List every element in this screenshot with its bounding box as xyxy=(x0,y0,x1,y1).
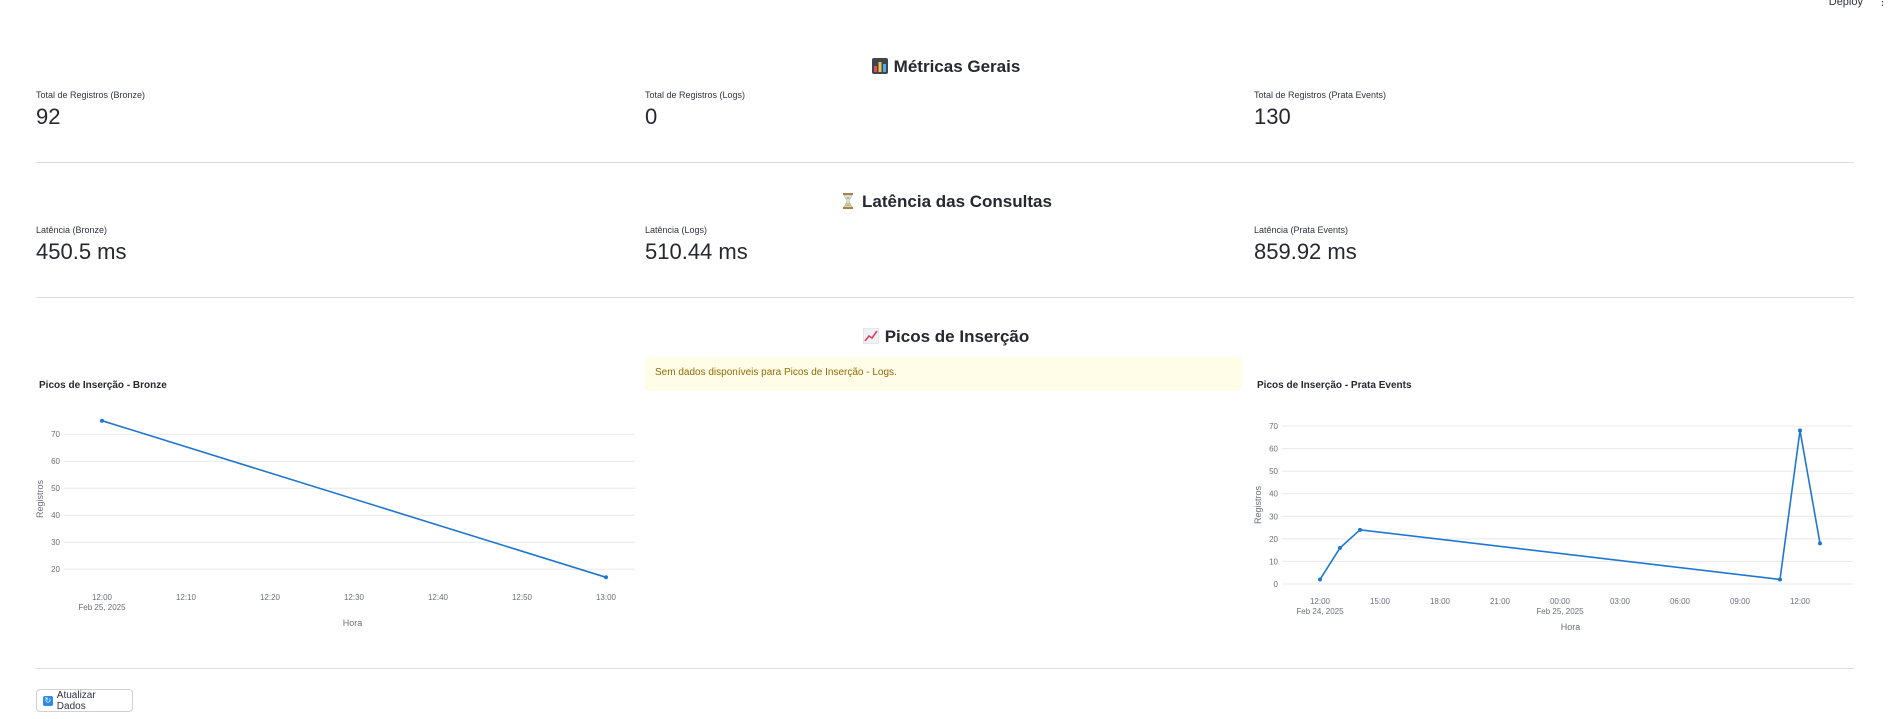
data-point xyxy=(100,418,104,423)
x-axis-label: Hora xyxy=(343,618,363,628)
data-point xyxy=(1778,577,1782,582)
y-tick-label: 10 xyxy=(1269,557,1278,566)
metric-label: Total de Registros (Logs) xyxy=(645,90,746,100)
section-title-picos-text: Picos de Inserção xyxy=(884,327,1030,346)
y-tick-label: 30 xyxy=(1269,512,1278,521)
metric-value: 450.5 ms xyxy=(36,239,127,264)
metric-value: 130 xyxy=(1254,104,1291,129)
y-tick-label: 20 xyxy=(51,565,60,574)
x-tick-label: 18:00 xyxy=(1430,597,1451,606)
metric-value: 92 xyxy=(36,104,61,129)
x-tick-label: 21:00 xyxy=(1490,597,1511,606)
x-axis-label: Hora xyxy=(1561,622,1581,632)
refresh-data-button[interactable]: ↻ Atualizar Dados xyxy=(36,689,133,712)
section-title-metricas: Métricas Gerais xyxy=(0,57,1892,77)
y-tick-label: 60 xyxy=(51,457,60,466)
y-tick-label: 20 xyxy=(1269,535,1278,544)
divider xyxy=(36,162,1854,163)
x-tick-label: 15:00 xyxy=(1370,597,1391,606)
y-tick-label: 0 xyxy=(1274,580,1279,589)
data-point xyxy=(1358,527,1362,532)
x-tick-label: 13:00 xyxy=(596,593,617,602)
alert-text: Sem dados disponíveis para Picos de Inse… xyxy=(655,367,897,378)
y-tick-label: 70 xyxy=(1269,422,1278,431)
x-tick-label: 06:00 xyxy=(1670,597,1691,606)
metric-value: 510.44 ms xyxy=(645,239,748,264)
x-tick-label: 03:00 xyxy=(1610,597,1631,606)
y-axis-label: Registros xyxy=(35,479,45,518)
y-tick-label: 40 xyxy=(1269,490,1278,499)
x-tick-label: 12:40 xyxy=(428,593,449,602)
metric-value: 0 xyxy=(645,104,658,129)
section-title-metricas-text: Métricas Gerais xyxy=(893,57,1021,76)
data-point xyxy=(1338,545,1342,550)
x-tick-label: 12:50 xyxy=(512,593,533,602)
x-date-label: Feb 24, 2025 xyxy=(1296,607,1344,616)
main-menu-icon[interactable]: ⋮ xyxy=(1877,0,1888,8)
data-point xyxy=(1818,541,1822,546)
x-tick-label: 12:30 xyxy=(344,593,365,602)
no-data-alert: Sem dados disponíveis para Picos de Inse… xyxy=(645,357,1242,391)
series-line xyxy=(1319,430,1821,581)
latency-prata-events: Latência (Prata Events) 859.92 ms xyxy=(1254,225,1854,265)
latency-bronze: Latência (Bronze) 450.5 ms xyxy=(36,225,636,265)
refresh-icon: ↻ xyxy=(43,695,53,706)
metric-value: 859.92 ms xyxy=(1254,239,1357,264)
y-tick-label: 60 xyxy=(1269,445,1278,454)
y-tick-label: 70 xyxy=(51,430,60,439)
y-axis-label: Registros xyxy=(1253,485,1263,524)
chart-prata-events[interactable]: 0 10 20 30 40 50 60 70 12:00 15:00 18:00 21:00 00:00… xyxy=(1248,400,1858,635)
chart-title-bronze: Picos de Inserção - Bronze xyxy=(39,380,167,391)
chart-increasing-icon xyxy=(862,328,879,344)
divider xyxy=(36,668,1854,669)
x-tick-label: 09:00 xyxy=(1730,597,1751,606)
metric-logs: Total de Registros (Logs) 0 xyxy=(645,90,1245,130)
x-date-label: Feb 25, 2025 xyxy=(1536,607,1584,616)
x-date-label: Feb 25, 2025 xyxy=(78,603,126,612)
series-line xyxy=(101,419,607,579)
metric-label: Latência (Prata Events) xyxy=(1254,225,1349,235)
y-tick-label: 50 xyxy=(1269,467,1278,476)
metric-label: Total de Registros (Bronze) xyxy=(36,90,146,100)
chart-title-prata: Picos de Inserção - Prata Events xyxy=(1257,380,1412,391)
y-tick-label: 40 xyxy=(51,511,60,520)
metric-label: Latência (Logs) xyxy=(645,225,708,235)
metric-label: Latência (Bronze) xyxy=(36,225,108,235)
x-tick-label: 12:10 xyxy=(176,593,197,602)
bar-chart-icon xyxy=(871,58,888,74)
section-title-latencia: Latência das Consultas xyxy=(0,192,1892,212)
hourglass-icon xyxy=(843,193,854,209)
metric-bronze: Total de Registros (Bronze) 92 xyxy=(36,90,636,130)
x-tick-label: 12:00 xyxy=(92,593,113,602)
toolbar: Deploy ⋮ xyxy=(1829,0,1892,12)
x-tick-label: 00:00 xyxy=(1550,597,1571,606)
x-tick-label: 12:00 xyxy=(1790,597,1811,606)
section-title-picos: Picos de Inserção xyxy=(0,327,1892,347)
metric-label: Total de Registros (Prata Events) xyxy=(1254,90,1387,100)
data-point xyxy=(1798,428,1802,433)
metric-prata-events: Total de Registros (Prata Events) 130 xyxy=(1254,90,1854,130)
data-point xyxy=(604,575,608,580)
latency-logs: Latência (Logs) 510.44 ms xyxy=(645,225,1245,265)
data-point xyxy=(1318,577,1322,582)
divider xyxy=(36,297,1854,298)
y-tick-label: 50 xyxy=(51,484,60,493)
x-tick-label: 12:00 xyxy=(1310,597,1331,606)
y-tick-label: 30 xyxy=(51,538,60,547)
refresh-button-label: Atualizar Dados xyxy=(56,689,96,712)
deploy-button[interactable]: Deploy xyxy=(1829,0,1863,8)
x-tick-label: 12:20 xyxy=(260,593,281,602)
section-title-latencia-text: Latência das Consultas xyxy=(862,192,1052,211)
chart-bronze[interactable]: 20 30 40 50 60 70 12:00 12:10 12:20 12:30 12:40 12:… xyxy=(30,400,640,635)
